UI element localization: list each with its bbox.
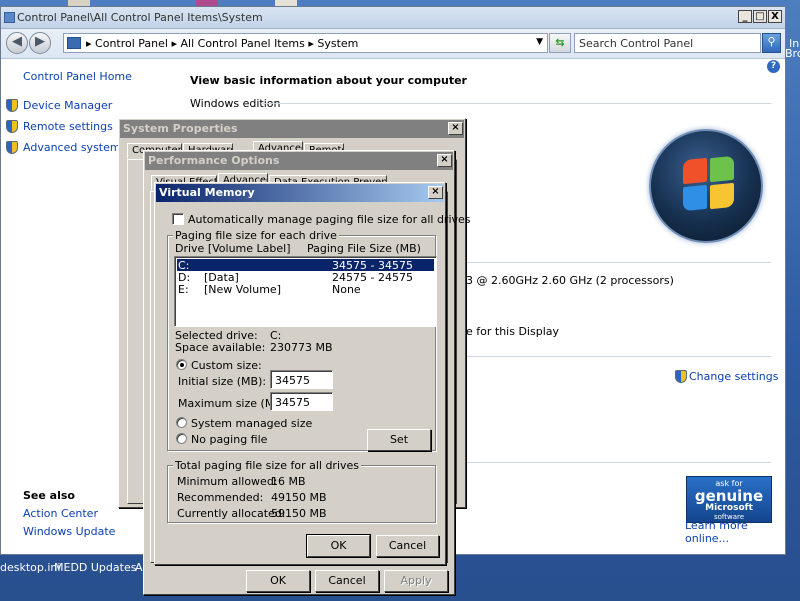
sidebar-item-device-manager[interactable]: Device Manager: [23, 99, 112, 112]
dialog-title: Virtual Memory: [159, 186, 255, 199]
total-group-label: Total paging file size for all drives: [173, 459, 362, 472]
logo-red-pane: [683, 157, 707, 185]
space-available-label: Space available:: [175, 341, 266, 354]
cancel-button[interactable]: Cancel: [315, 570, 379, 592]
learn-more-link[interactable]: Learn more online...: [685, 519, 785, 545]
dropdown-arrow-icon[interactable]: ▼: [536, 37, 543, 47]
no-paging-label: No paging file: [191, 433, 268, 446]
divider: [461, 462, 771, 463]
allocated-label: Currently allocated:: [177, 507, 286, 520]
shield-icon: [6, 141, 18, 154]
column-header-drive: Drive [Volume Label]: [175, 242, 291, 255]
dialog-title-bar[interactable]: Virtual Memory: [156, 184, 444, 202]
sidebar-home-link[interactable]: Control Panel Home: [23, 70, 132, 83]
display-info: e for this Display: [466, 325, 560, 338]
drive-label: [New Volume]: [204, 283, 281, 296]
cancel-button[interactable]: Cancel: [376, 535, 439, 557]
shield-icon: [6, 120, 18, 133]
dialog-title-bar[interactable]: System Properties: [120, 120, 464, 138]
control-panel-icon: [67, 37, 81, 49]
change-settings-link[interactable]: Change settings: [689, 370, 778, 383]
list-item[interactable]: C: 34575 - 34575: [177, 259, 434, 272]
maximum-size-input[interactable]: 34575: [270, 392, 333, 411]
drive-size: None: [332, 283, 361, 296]
refresh-button[interactable]: ⇆: [549, 33, 571, 53]
logo-blue-pane: [683, 184, 707, 212]
logo-yellow-pane: [710, 182, 734, 210]
no-paging-radio[interactable]: [176, 433, 187, 444]
custom-size-radio[interactable]: [176, 359, 187, 370]
desktop-icon-label[interactable]: desktop.ini: [0, 561, 60, 574]
windows-logo: [649, 129, 763, 243]
forward-button[interactable]: ▶: [29, 32, 51, 54]
address-bar[interactable]: ▸ Control Panel ▸ All Control Panel Item…: [63, 33, 548, 53]
shield-icon: [675, 370, 687, 383]
custom-size-label: Custom size:: [191, 359, 262, 372]
system-managed-radio[interactable]: [176, 417, 187, 428]
breadcrumb-control-panel[interactable]: Control Panel: [95, 37, 168, 50]
dialog-title: Performance Options: [148, 154, 280, 167]
window-title: Control Panel\All Control Panel Items\Sy…: [17, 11, 263, 24]
list-item[interactable]: D: [Data] 24575 - 24575: [177, 271, 434, 284]
see-also-windows-update[interactable]: Windows Update: [23, 525, 115, 538]
desktop-icon-label[interactable]: MEDD Updates: [54, 561, 136, 574]
allocated-value: 59150 MB: [271, 507, 327, 520]
virtual-memory-dialog: Virtual Memory × Automatically manage pa…: [154, 182, 471, 565]
ok-button[interactable]: OK: [306, 534, 371, 558]
control-panel-icon: [4, 12, 15, 23]
logo-green-pane: [710, 155, 734, 183]
chevron-right-icon[interactable]: ▸: [86, 37, 95, 50]
breadcrumb-all-items[interactable]: All Control Panel Items: [181, 37, 305, 50]
chevron-right-icon[interactable]: ▸: [171, 37, 180, 50]
paging-group-label: Paging file size for each drive: [173, 229, 339, 242]
sidebar-item-remote-settings[interactable]: Remote settings: [23, 120, 113, 133]
space-available-value: 230773 MB: [270, 341, 333, 354]
apply-button[interactable]: Apply: [384, 570, 448, 592]
see-also-action-center[interactable]: Action Center: [23, 507, 98, 520]
help-icon[interactable]: ?: [767, 60, 780, 73]
maximize-button[interactable]: □: [753, 10, 767, 23]
processor-info: 3 @ 2.60GHz 2.60 GHz (2 processors): [466, 274, 674, 287]
desktop-edge-label-2[interactable]: Bro: [785, 47, 800, 60]
back-button[interactable]: ◀: [6, 32, 28, 54]
genuine-line2: genuine: [694, 487, 764, 505]
set-button[interactable]: Set: [367, 429, 431, 451]
initial-size-label: Initial size (MB):: [178, 375, 267, 388]
see-also-heading: See also: [23, 489, 75, 502]
close-button[interactable]: ×: [437, 154, 452, 167]
min-allowed-label: Minimum allowed:: [177, 475, 278, 488]
breadcrumb: ▸ Control Panel ▸ All Control Panel Item…: [86, 37, 358, 50]
auto-manage-label: Automatically manage paging file size fo…: [188, 213, 471, 226]
search-input[interactable]: Search Control Panel: [574, 33, 761, 53]
divider: [461, 356, 771, 357]
breadcrumb-system[interactable]: System: [317, 37, 358, 50]
close-button[interactable]: X: [768, 10, 782, 23]
window-title-bar[interactable]: Control Panel\All Control Panel Items\Sy…: [1, 7, 785, 29]
genuine-microsoft-badge[interactable]: ask for genuine Microsoft software: [686, 476, 772, 523]
shield-icon: [6, 99, 18, 112]
initial-size-input[interactable]: 34575: [270, 370, 333, 389]
drive-list[interactable]: C: 34575 - 34575 D: [Data] 24575 - 24575…: [174, 256, 437, 327]
page-title: View basic information about your comput…: [190, 74, 467, 87]
column-header-size: Paging File Size (MB): [307, 242, 421, 255]
divider: [261, 103, 771, 104]
dialog-title-bar[interactable]: Performance Options: [145, 152, 453, 170]
ok-button[interactable]: OK: [246, 570, 310, 592]
navigation-bar: ◀ ▶ ▸ Control Panel ▸ All Control Panel …: [1, 29, 785, 59]
close-button[interactable]: ×: [428, 186, 443, 199]
desktop-icon-label[interactable]: A: [135, 561, 143, 574]
min-allowed-value: 16 MB: [271, 475, 306, 488]
divider: [461, 262, 771, 263]
system-managed-label: System managed size: [191, 417, 313, 430]
recommended-value: 49150 MB: [271, 491, 327, 504]
recommended-label: Recommended:: [177, 491, 264, 504]
close-button[interactable]: ×: [448, 122, 463, 135]
dialog-title: System Properties: [123, 122, 238, 135]
search-icon[interactable]: ⚲: [762, 33, 781, 53]
auto-manage-checkbox[interactable]: [172, 213, 184, 225]
drive-letter: E:: [178, 283, 189, 296]
minimize-button[interactable]: _: [738, 10, 752, 23]
list-item[interactable]: E: [New Volume] None: [177, 283, 434, 296]
